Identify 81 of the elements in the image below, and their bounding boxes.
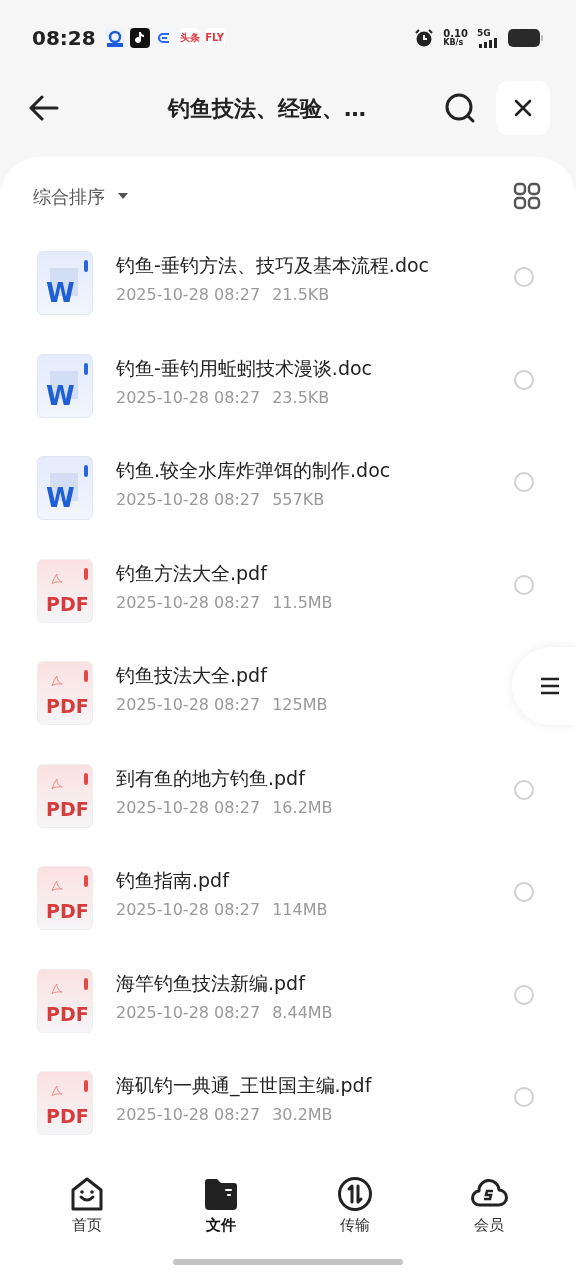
file-name: 海竿钓鱼技法新编.pdf	[116, 970, 307, 996]
network-type: 5G	[477, 28, 492, 38]
pdf-file-icon: PDF	[37, 763, 93, 828]
alarm-icon	[414, 28, 435, 48]
file-date: 2025-10-28 08:27	[116, 796, 261, 819]
word-file-icon: W	[37, 251, 93, 315]
file-name: 钓鱼-垂钓用蚯蚓技术漫谈.doc	[116, 355, 374, 381]
close-button[interactable]	[496, 81, 550, 135]
select-radio[interactable]	[514, 472, 534, 492]
file-date: 2025-10-28 08:27	[116, 489, 261, 511]
file-size: 30.2MB	[272, 1104, 333, 1126]
grid-icon	[513, 182, 541, 210]
nav-tab[interactable]: 会员	[444, 1175, 534, 1236]
app-icon	[104, 28, 125, 48]
file-date: 2025-10-28 08:27	[116, 284, 261, 306]
file-date: 2025-10-28 08:27	[116, 591, 261, 614]
smiley-house-icon	[69, 1175, 105, 1212]
file-size: 557KB	[272, 489, 325, 511]
pdf-file-icon: PDF	[37, 558, 93, 623]
status-time: 08:28	[32, 25, 96, 52]
back-arrow-icon	[29, 95, 59, 121]
file-row[interactable]: W 钓鱼-垂钓用蚯蚓技术漫谈.doc 2025-10-28 08:27 23.5KB	[0, 345, 576, 448]
floating-menu-button[interactable]	[512, 647, 576, 725]
menu-icon	[540, 677, 560, 695]
file-row[interactable]: W 钓鱼.较全水库炸弹饵的制作.doc 2025-10-28 08:27 557KB	[0, 448, 576, 551]
close-icon	[514, 99, 532, 117]
app-icon: 头条	[179, 28, 200, 48]
select-radio[interactable]	[514, 574, 534, 595]
file-size: 125MB	[272, 694, 328, 716]
file-row[interactable]: PDF 海矶钓一典通_王世国主编.pdf 2025-10-28 08:27 30.2MB	[0, 1063, 576, 1166]
pdf-file-icon: PDF	[37, 661, 93, 725]
file-name: 到有鱼的地方钓鱼.pdf	[116, 765, 307, 791]
select-radio[interactable]	[514, 267, 534, 287]
file-row[interactable]: PDF 钓鱼指南.pdf 2025-10-28 08:27 114MB	[0, 858, 576, 961]
grid-view-button[interactable]	[511, 180, 543, 212]
file-size: 23.5KB	[272, 386, 330, 409]
file-name: 钓鱼.较全水库炸弹饵的制作.doc	[116, 458, 392, 483]
network-speed: 0.10	[443, 29, 468, 39]
pdf-file-icon: PDF	[37, 866, 93, 930]
select-radio[interactable]	[514, 882, 534, 902]
file-date: 2025-10-28 08:27	[116, 386, 261, 409]
music-note-icon	[129, 28, 150, 48]
file-date: 2025-10-28 08:27	[116, 694, 261, 716]
file-name: 钓鱼技法大全.pdf	[116, 663, 269, 688]
sort-dropdown[interactable]: 综合排序	[33, 182, 129, 210]
signal-icon	[477, 37, 499, 48]
file-date: 2025-10-28 08:27	[116, 1001, 261, 1024]
file-row[interactable]: W 钓鱼-垂钓方法、技巧及基本流程.doc 2025-10-28 08:27 21.5KB	[0, 243, 576, 346]
file-date: 2025-10-28 08:27	[116, 899, 261, 921]
transfer-icon	[337, 1175, 373, 1212]
select-radio[interactable]	[514, 1087, 534, 1107]
select-radio[interactable]	[514, 984, 534, 1005]
battery-icon	[508, 28, 544, 48]
file-name: 钓鱼-垂钓方法、技巧及基本流程.doc	[116, 253, 431, 278]
file-name: 海矶钓一典通_王世国主编.pdf	[116, 1073, 373, 1099]
pdf-file-icon: PDF	[37, 1071, 93, 1135]
speed-unit: KB/s	[443, 39, 464, 47]
file-date: 2025-10-28 08:27	[116, 1104, 261, 1126]
file-size: 8.44MB	[272, 1001, 333, 1024]
select-radio[interactable]	[514, 779, 534, 800]
file-row[interactable]: PDF 钓鱼方法大全.pdf 2025-10-28 08:27 11.5MB	[0, 550, 576, 653]
file-row[interactable]: PDF 钓鱼技法大全.pdf 2025-10-28 08:27 125MB	[0, 653, 576, 756]
word-file-icon: W	[37, 353, 93, 418]
file-size: 21.5KB	[272, 284, 330, 306]
file-size: 11.5MB	[272, 591, 333, 614]
file-row[interactable]: PDF 海竿钓鱼技法新编.pdf 2025-10-28 08:27 8.44MB	[0, 960, 576, 1063]
nav-tab[interactable]: 首页	[42, 1175, 132, 1236]
word-file-icon: W	[37, 456, 93, 520]
pdf-file-icon: PDF	[37, 968, 93, 1033]
file-size: 114MB	[272, 899, 328, 921]
nav-tab[interactable]: 文件	[176, 1175, 266, 1236]
caret-icon	[117, 192, 129, 200]
file-name: 钓鱼指南.pdf	[116, 868, 231, 893]
file-size: 16.2MB	[272, 796, 333, 819]
file-row[interactable]: PDF 到有鱼的地方钓鱼.pdf 2025-10-28 08:27 16.2MB	[0, 755, 576, 858]
select-radio[interactable]	[514, 369, 534, 390]
search-icon	[444, 92, 476, 124]
nav-tab[interactable]: 传输	[310, 1175, 400, 1236]
page-title: 钓鱼技法、经验、…	[166, 94, 367, 123]
file-name: 钓鱼方法大全.pdf	[116, 560, 269, 586]
app-icon: FLY	[204, 28, 225, 48]
